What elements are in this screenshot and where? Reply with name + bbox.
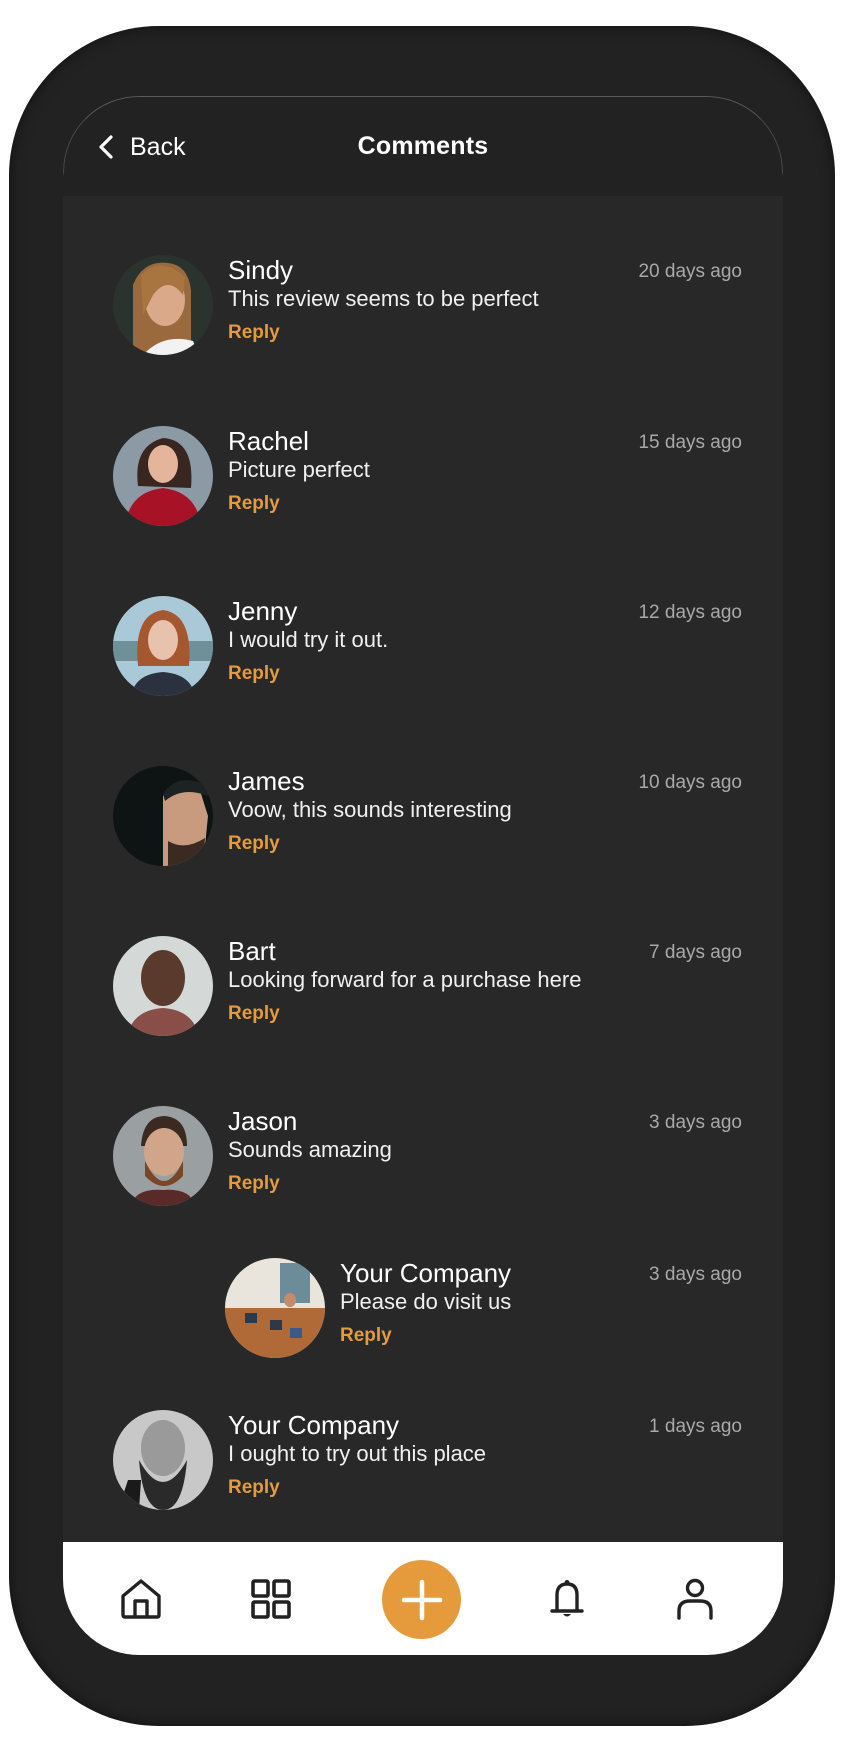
reply-button[interactable]: Reply bbox=[228, 1002, 280, 1026]
reply-button[interactable]: Reply bbox=[228, 832, 280, 856]
comment-text: This review seems to be perfect bbox=[228, 286, 539, 311]
comment-timestamp: 20 days ago bbox=[638, 261, 742, 282]
comment-text: I ought to try out this place bbox=[228, 1441, 487, 1466]
comment-item: Jenny I would try it out. Reply 12 days … bbox=[63, 596, 783, 706]
comment-author: Bart bbox=[228, 936, 276, 966]
comment-timestamp: 1 days ago bbox=[649, 1416, 742, 1437]
comment-timestamp: 10 days ago bbox=[638, 772, 742, 793]
comment-text: Sounds amazing bbox=[228, 1137, 392, 1162]
comment-item: Your Company I ought to try out this pla… bbox=[63, 1410, 783, 1520]
woman-long-hair-photo bbox=[113, 255, 213, 355]
comment-timestamp: 12 days ago bbox=[638, 602, 742, 623]
comment-author: Jason bbox=[228, 1106, 298, 1136]
comment-item: James Voow, this sounds interesting Repl… bbox=[63, 766, 783, 876]
nav-profile[interactable] bbox=[670, 1542, 720, 1655]
avatar[interactable] bbox=[113, 936, 213, 1036]
avatar[interactable] bbox=[113, 1106, 213, 1206]
reply-button[interactable]: Reply bbox=[228, 492, 280, 516]
comment-text: Looking forward for a purchase here bbox=[228, 967, 582, 992]
avatar[interactable] bbox=[113, 1410, 213, 1510]
comments-list: Sindy This review seems to be perfect Re… bbox=[63, 196, 783, 1542]
comment-text: Voow, this sounds interesting bbox=[228, 797, 512, 822]
office-workspace-photo bbox=[225, 1258, 325, 1358]
comment-item: Bart Looking forward for a purchase here… bbox=[63, 936, 783, 1046]
nav-categories[interactable] bbox=[246, 1542, 296, 1655]
reply-button[interactable]: Reply bbox=[340, 1324, 392, 1348]
comment-timestamp: 7 days ago bbox=[649, 942, 742, 963]
nested-reply-item: Your Company Please do visit us Reply 3 … bbox=[63, 1258, 783, 1368]
nav-notifications[interactable] bbox=[542, 1542, 592, 1655]
comment-text: Please do visit us bbox=[340, 1289, 512, 1314]
grid-icon bbox=[251, 1578, 291, 1619]
comment-item: Rachel Picture perfect Reply 15 days ago bbox=[63, 426, 783, 536]
home-icon bbox=[121, 1578, 161, 1619]
comment-timestamp: 3 days ago bbox=[649, 1112, 742, 1133]
man-portrait-photo bbox=[113, 936, 213, 1036]
plus-icon bbox=[401, 1579, 442, 1620]
comment-item: Jason Sounds amazing Reply 3 days ago bbox=[63, 1106, 783, 1216]
comment-author: James bbox=[228, 766, 305, 796]
bottom-navbar bbox=[63, 1542, 783, 1655]
woman-red-hair-photo bbox=[113, 596, 213, 696]
comment-text: I would try it out. bbox=[228, 627, 389, 652]
bearded-man-photo bbox=[113, 1106, 213, 1206]
reply-button[interactable]: Reply bbox=[228, 1476, 280, 1500]
avatar[interactable] bbox=[113, 596, 213, 696]
bell-icon bbox=[550, 1579, 584, 1616]
comment-author: Your Company bbox=[340, 1258, 512, 1288]
add-button[interactable] bbox=[382, 1560, 461, 1639]
avatar[interactable] bbox=[113, 426, 213, 526]
comment-author: Sindy bbox=[228, 255, 294, 285]
app-screen: Back Comments Sindy This review seems to… bbox=[63, 96, 783, 1655]
comment-author: Rachel bbox=[228, 426, 309, 456]
comment-author: Your Company bbox=[228, 1410, 400, 1440]
woman-red-sweater-photo bbox=[113, 426, 213, 526]
comment-item: Sindy This review seems to be perfect Re… bbox=[63, 255, 783, 365]
header-bar: Back Comments bbox=[63, 96, 783, 196]
avatar[interactable] bbox=[113, 766, 213, 866]
person-icon bbox=[677, 1578, 713, 1620]
comment-text: Picture perfect bbox=[228, 457, 370, 482]
avatar[interactable] bbox=[225, 1258, 325, 1358]
reply-button[interactable]: Reply bbox=[228, 1172, 280, 1196]
comment-author: Jenny bbox=[228, 596, 298, 626]
bald-bearded-man-photo bbox=[113, 1410, 213, 1510]
comment-timestamp: 3 days ago bbox=[649, 1264, 742, 1285]
avatar[interactable] bbox=[113, 255, 213, 355]
reply-button[interactable]: Reply bbox=[228, 662, 280, 686]
page-title: Comments bbox=[357, 132, 489, 160]
comment-timestamp: 15 days ago bbox=[638, 432, 742, 453]
man-half-shadow-photo bbox=[113, 766, 213, 866]
reply-button[interactable]: Reply bbox=[228, 321, 280, 345]
nav-home[interactable] bbox=[116, 1542, 166, 1655]
